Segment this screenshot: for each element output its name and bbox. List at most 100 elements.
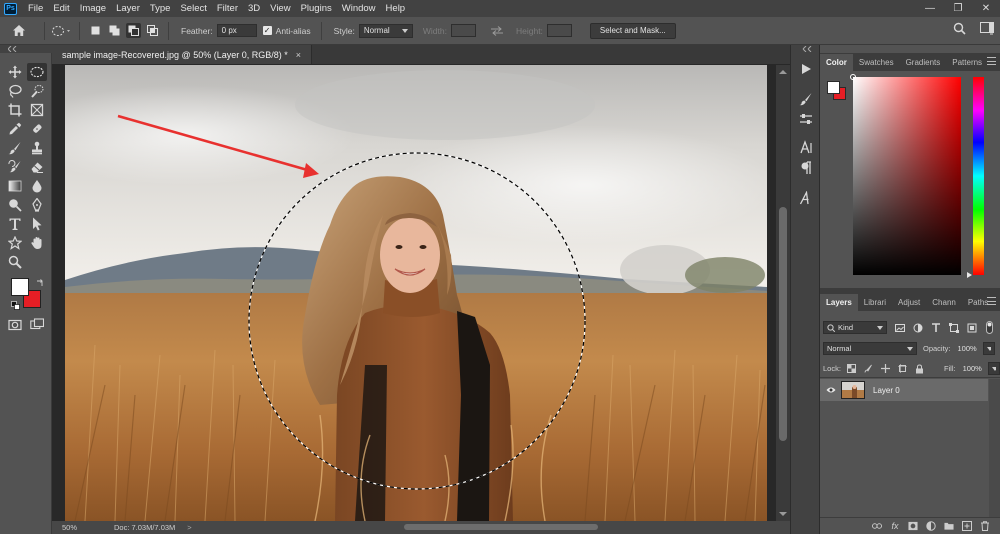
crop-tool-icon[interactable] <box>5 101 25 119</box>
document-tab[interactable]: sample image-Recovered.jpg @ 50% (Layer … <box>52 45 312 64</box>
quick-selection-tool-icon[interactable] <box>27 82 47 100</box>
elliptical-marquee-tool-icon[interactable] <box>27 63 47 81</box>
fill-dropdown[interactable] <box>987 362 1000 375</box>
menu-type[interactable]: Type <box>145 0 176 17</box>
eraser-tool-icon[interactable] <box>27 158 47 176</box>
filter-type-layer-icon[interactable] <box>931 322 941 333</box>
vertical-scrollbar[interactable] <box>776 65 790 521</box>
zoom-level[interactable]: 50% <box>52 523 86 532</box>
home-icon[interactable] <box>12 24 26 37</box>
close-document-icon[interactable]: × <box>296 50 301 60</box>
style-select[interactable]: Normal <box>358 23 413 38</box>
select-and-mask-button[interactable]: Select and Mask... <box>589 22 676 39</box>
screen-mode-icon[interactable] <box>27 316 47 334</box>
delete-layer-trash-icon[interactable] <box>980 521 990 531</box>
color-panel-foreground-swatch[interactable] <box>827 81 840 94</box>
tab-libraries[interactable]: Librari <box>858 294 892 311</box>
tab-adjustments[interactable]: Adjust <box>892 294 926 311</box>
zoom-tool-icon[interactable] <box>5 253 25 271</box>
scroll-down-icon[interactable] <box>779 511 787 517</box>
brush-tool-icon[interactable] <box>5 139 25 157</box>
tool-preset-picker[interactable] <box>51 22 73 40</box>
menu-file[interactable]: File <box>23 0 48 17</box>
color-picker-field[interactable] <box>850 74 961 275</box>
layer-style-fx-icon[interactable]: fx <box>890 521 900 531</box>
menu-3d[interactable]: 3D <box>243 0 265 17</box>
horizontal-scroll-thumb[interactable] <box>404 524 598 530</box>
type-tool-icon[interactable] <box>5 215 25 233</box>
eyedropper-tool-icon[interactable] <box>5 120 25 138</box>
menu-filter[interactable]: Filter <box>212 0 243 17</box>
layers-panel-menu-icon[interactable] <box>987 297 996 305</box>
swap-width-height-icon[interactable] <box>490 25 504 36</box>
opacity-dropdown[interactable] <box>982 342 995 355</box>
dodge-tool-icon[interactable] <box>5 196 25 214</box>
double-chevron-icon[interactable] <box>800 46 812 52</box>
layers-scrollbar[interactable] <box>989 379 1000 517</box>
filter-pixel-layer-icon[interactable] <box>895 323 905 333</box>
lock-transparent-pixels-icon[interactable] <box>846 364 856 373</box>
add-to-selection-icon[interactable] <box>107 23 122 38</box>
tab-patterns[interactable]: Patterns <box>946 54 988 71</box>
hue-slider[interactable] <box>973 77 984 275</box>
filter-toggle-icon[interactable] <box>985 320 995 335</box>
hand-tool-icon[interactable] <box>27 234 47 252</box>
menu-layer[interactable]: Layer <box>111 0 145 17</box>
default-colors-icon[interactable] <box>11 301 20 310</box>
image-canvas[interactable] <box>65 65 767 521</box>
anti-alias-checkbox[interactable]: ✓ <box>262 26 272 35</box>
foreground-color-swatch[interactable] <box>11 278 29 296</box>
blend-mode-select[interactable]: Normal <box>823 342 917 355</box>
filter-shape-layer-icon[interactable] <box>949 322 959 333</box>
fill-input[interactable]: 100% <box>959 362 986 375</box>
layer-kind-select[interactable]: Kind <box>823 321 887 334</box>
scroll-up-icon[interactable] <box>779 69 787 75</box>
search-icon[interactable] <box>953 22 966 35</box>
menu-image[interactable]: Image <box>75 0 111 17</box>
lock-image-pixels-icon[interactable] <box>864 364 873 373</box>
lock-position-icon[interactable] <box>880 364 890 373</box>
tab-color[interactable]: Color <box>820 54 853 71</box>
tab-gradients[interactable]: Gradients <box>900 54 947 71</box>
color-picker-cursor[interactable] <box>850 74 856 80</box>
lasso-tool-icon[interactable] <box>5 82 25 100</box>
frame-tool-icon[interactable] <box>27 101 47 119</box>
workspace-icon[interactable] <box>980 22 994 35</box>
move-tool-icon[interactable] <box>5 63 25 81</box>
clone-stamp-tool-icon[interactable] <box>27 139 47 157</box>
lock-artboard-icon[interactable] <box>897 364 907 373</box>
width-input[interactable] <box>450 24 476 37</box>
restore-button[interactable]: ❐ <box>944 0 972 17</box>
quick-mask-icon[interactable] <box>5 316 25 334</box>
path-selection-tool-icon[interactable] <box>27 215 47 233</box>
glyphs-panel-icon[interactable] <box>799 191 813 205</box>
spot-healing-brush-icon[interactable] <box>27 120 47 138</box>
toolbar-collapse-bar[interactable] <box>0 45 52 53</box>
character-panel-icon[interactable] <box>799 140 813 154</box>
menu-select[interactable]: Select <box>175 0 211 17</box>
feather-input[interactable]: 0 px <box>216 24 257 37</box>
hue-slider-handle-icon[interactable] <box>967 272 972 278</box>
minimize-button[interactable]: — <box>916 0 944 17</box>
eye-visibility-icon[interactable] <box>826 386 836 394</box>
adjustments-sliders-icon[interactable] <box>799 112 813 126</box>
menu-window[interactable]: Window <box>337 0 381 17</box>
menu-help[interactable]: Help <box>381 0 411 17</box>
link-layers-icon[interactable] <box>872 521 882 531</box>
blur-tool-icon[interactable] <box>27 177 47 195</box>
adjustment-layer-icon[interactable] <box>926 521 936 531</box>
subtract-from-selection-icon[interactable] <box>126 23 141 38</box>
new-layer-icon[interactable] <box>962 521 972 531</box>
brush-settings-icon[interactable] <box>799 92 813 106</box>
tab-layers[interactable]: Layers <box>820 294 858 311</box>
swap-colors-icon[interactable] <box>36 279 44 287</box>
tab-swatches[interactable]: Swatches <box>853 54 900 71</box>
layer-row[interactable]: Layer 0 <box>820 379 988 401</box>
intersect-selection-icon[interactable] <box>145 23 160 38</box>
menu-edit[interactable]: Edit <box>48 0 74 17</box>
opacity-input[interactable]: 100% <box>954 342 981 355</box>
new-selection-icon[interactable] <box>88 23 103 38</box>
history-brush-tool-icon[interactable] <box>5 158 25 176</box>
menu-plugins[interactable]: Plugins <box>296 0 337 17</box>
add-layer-mask-icon[interactable] <box>908 521 918 531</box>
